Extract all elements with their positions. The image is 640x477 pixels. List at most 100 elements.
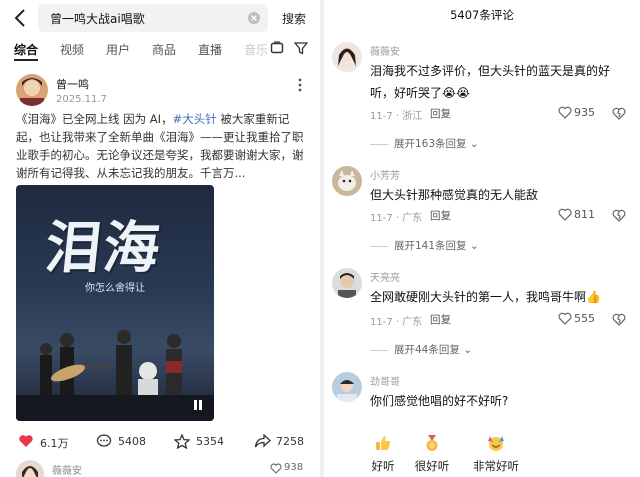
tab-video[interactable]: 视频	[60, 41, 84, 58]
peek-avatar[interactable]	[16, 460, 44, 477]
search-bar-row: 曾一鸣大战ai唱歌 搜索	[0, 4, 320, 32]
comment-text: 你们感觉他唱的好不好听?	[370, 394, 509, 408]
comment-count: 5408	[118, 435, 146, 448]
poll-label: 好听	[371, 459, 395, 473]
post-text[interactable]: 《泪海》已全网上线 因为 AI，#大头针 被大家重新记起，也让我带来了全新单曲《…	[16, 110, 306, 182]
expand-replies-button[interactable]: 展开163条回复 ⌄	[370, 136, 479, 151]
party-icon	[488, 436, 504, 451]
commenter-avatar[interactable]	[332, 372, 362, 402]
comment-like-button[interactable]: 811	[558, 207, 600, 223]
poll-option-good[interactable]: 好听	[368, 434, 398, 474]
peek-name[interactable]: 薇薇安	[52, 462, 82, 477]
comment-text: 全网敢硬刚大头针的第一人，我鸣哥牛啊👍	[370, 290, 601, 304]
pause-icon[interactable]	[192, 399, 204, 411]
reply-button[interactable]: 回复	[430, 208, 451, 223]
expand-replies-label: 展开44条回复	[394, 344, 460, 356]
clear-icon[interactable]	[248, 12, 260, 24]
post-header: 曾一鸣 2025.11.7	[0, 74, 320, 110]
poster-subtitle: 你怎么舍得让	[85, 283, 145, 294]
commenter-name[interactable]: 劲哥哥	[370, 373, 400, 388]
poll-option-excellent[interactable]: 非常好听	[470, 434, 522, 474]
author-avatar[interactable]	[16, 74, 48, 106]
comment-like-count: 811	[574, 208, 595, 221]
comment-item: 小芳芳 但大头针那种感觉真的无人能敌 11-7 · 广东 回复 811 展开14…	[324, 166, 640, 254]
comment-meta: 11-7 · 浙江	[370, 111, 423, 122]
comment-item: 劲哥哥 你们感觉他唱的好不好听?	[324, 372, 640, 422]
comments-panel: 5407条评论 薇薇安 泪海我不过多评价，但大头针的蓝天是真的好听，好听哭了😭😭…	[324, 0, 640, 477]
dislike-icon[interactable]	[612, 208, 626, 222]
comment-item: 薇薇安 泪海我不过多评价，但大头针的蓝天是真的好听，好听哭了😭😭 11-7 · …	[324, 42, 640, 152]
post-actions-bar: 6.1万 5408 5354 7258	[0, 432, 320, 452]
tab-products[interactable]: 商品	[152, 41, 176, 58]
reply-button[interactable]: 回复	[430, 312, 451, 327]
comment-meta: 11-7 · 广东	[370, 317, 423, 328]
post-date: 2025.11.7	[56, 94, 107, 105]
poll-label: 非常好听	[473, 459, 519, 473]
search-button[interactable]: 搜索	[282, 10, 306, 27]
comment-like-button[interactable]: 555	[558, 311, 600, 327]
layout-toggle-icon[interactable]	[270, 41, 284, 55]
comment-like-count: 935	[574, 106, 595, 119]
peek-like-count: 938	[284, 462, 304, 473]
comment-text: 但大头针那种感觉真的无人能敌	[370, 188, 539, 202]
reply-button[interactable]: 回复	[430, 106, 451, 121]
search-input[interactable]: 曾一鸣大战ai唱歌	[38, 4, 268, 32]
star-icon	[174, 434, 190, 449]
commenter-name[interactable]: 小芳芳	[370, 167, 400, 182]
tab-live[interactable]: 直播	[198, 41, 222, 58]
poll-label: 很好听	[414, 459, 450, 473]
heart-icon	[19, 435, 33, 447]
favorite-count: 5354	[196, 435, 224, 448]
post-text-part-a: 《泪海》已全网上线 因为 AI，	[16, 112, 173, 126]
more-options-icon[interactable]	[298, 78, 302, 92]
active-tab-indicator	[14, 59, 38, 61]
expand-replies-label: 展开141条回复	[394, 240, 467, 252]
share-count: 7258	[276, 435, 304, 448]
poster-title: 泪海	[42, 215, 165, 281]
filter-icon[interactable]	[294, 41, 308, 55]
dislike-icon[interactable]	[612, 106, 626, 120]
comment-bubble-icon	[96, 434, 112, 447]
thumbs-up-icon	[376, 436, 391, 450]
comment-item: 天亮亮 全网敢硬刚大头针的第一人，我鸣哥牛啊👍 11-7 · 广东 回复 555…	[324, 268, 640, 356]
commenter-avatar[interactable]	[332, 268, 362, 298]
expand-line	[370, 245, 388, 247]
expand-replies-label: 展开163条回复	[394, 138, 467, 150]
share-arrow-icon	[254, 434, 271, 448]
next-result-peek: 薇薇安 938	[0, 460, 320, 477]
tab-general[interactable]: 综合	[14, 41, 38, 58]
heart-outline-icon	[270, 463, 282, 474]
expand-replies-button[interactable]: 展开44条回复 ⌄	[370, 342, 472, 357]
poll-options: 好听 很好听 非常好听	[324, 434, 640, 474]
back-arrow-icon[interactable]	[12, 7, 30, 29]
commenter-avatar[interactable]	[332, 166, 362, 196]
video-poster[interactable]: 泪海 你怎么舍得让	[16, 185, 214, 421]
comment-like-button[interactable]: 935	[558, 105, 600, 121]
result-tabs: 综合 视频 用户 商品 直播 音乐	[0, 40, 320, 62]
commenter-name[interactable]: 薇薇安	[370, 43, 400, 58]
post-hashtag[interactable]: #大头针	[173, 112, 217, 126]
heart-outline-icon	[558, 312, 572, 325]
heart-outline-icon	[558, 208, 572, 221]
expand-line	[370, 143, 388, 145]
search-results-panel: 曾一鸣大战ai唱歌 搜索 综合 视频 用户 商品 直播 音乐 曾一鸣 2025.…	[0, 0, 320, 477]
heart-outline-icon	[558, 106, 572, 119]
expand-replies-button[interactable]: 展开141条回复 ⌄	[370, 238, 479, 253]
commenter-avatar[interactable]	[332, 42, 362, 72]
medal-icon	[426, 435, 438, 451]
expand-line	[370, 349, 388, 351]
post-author[interactable]: 曾一鸣	[56, 76, 89, 92]
comment-total: 5407条评论	[450, 8, 514, 22]
peek-like-button[interactable]: 938	[270, 461, 310, 475]
like-count: 6.1万	[40, 437, 69, 450]
tab-users[interactable]: 用户	[106, 41, 130, 58]
tab-music[interactable]: 音乐	[244, 41, 268, 58]
comment-text: 泪海我不过多评价，但大头针的蓝天是真的好听，好听哭了😭😭	[370, 64, 611, 100]
search-query-text: 曾一鸣大战ai唱歌	[50, 12, 145, 26]
comment-meta: 11-7 · 广东	[370, 213, 423, 224]
comment-like-count: 555	[574, 312, 595, 325]
band-stage-illustration	[16, 330, 214, 421]
poll-option-very-good[interactable]: 很好听	[410, 434, 454, 474]
dislike-icon[interactable]	[612, 312, 626, 326]
commenter-name[interactable]: 天亮亮	[370, 269, 400, 284]
